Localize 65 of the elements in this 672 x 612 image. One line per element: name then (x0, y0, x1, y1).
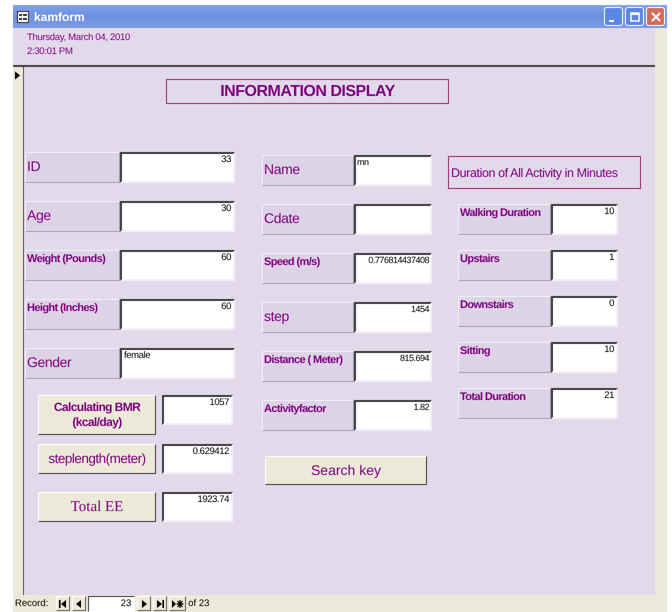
field-label: Weight (Pounds) (25, 250, 120, 281)
time-text: 2:30:01 PM (27, 45, 74, 59)
minimize-icon (609, 20, 614, 22)
text-field[interactable]: 815.694 (354, 351, 432, 382)
field-label: Upstairs (458, 250, 551, 281)
text-field[interactable]: 1057 (162, 395, 233, 425)
text-field[interactable]: mn (354, 155, 432, 186)
current-record-icon (15, 71, 20, 80)
maximize-icon (630, 12, 640, 22)
record-label: Record: (15, 598, 48, 609)
form-icon (17, 10, 29, 22)
maximize-button[interactable] (625, 7, 644, 26)
field-label: Age (25, 201, 120, 232)
previous-record-button[interactable] (72, 596, 86, 611)
field-label: ID (25, 152, 120, 183)
window-title: kamform (34, 10, 86, 24)
text-field[interactable]: 10 (551, 342, 618, 373)
new-record-button[interactable] (169, 596, 186, 611)
text-field[interactable]: 60 (120, 250, 235, 281)
form-heading: INFORMATION DISPLAY (166, 79, 449, 104)
last-icon (156, 600, 164, 608)
first-icon (59, 600, 68, 608)
field-label: Walking Duration (458, 204, 551, 235)
text-field[interactable]: 1454 (354, 302, 432, 333)
search-button[interactable]: Search key (265, 456, 427, 485)
field-label: Name (262, 155, 354, 186)
field-label: Sitting (458, 342, 551, 373)
command-button[interactable]: Total EE (38, 492, 156, 522)
field-label: Activityfactor (262, 400, 354, 431)
text-field[interactable]: 0.776814437408 (354, 253, 432, 284)
text-field[interactable]: 1923.74 (162, 492, 233, 522)
command-button[interactable]: steplength(meter) (38, 444, 156, 474)
text-field[interactable]: 60 (120, 299, 235, 330)
next-record-button[interactable] (137, 596, 152, 611)
field-label: Gender (25, 348, 120, 379)
last-record-button[interactable] (153, 596, 168, 611)
close-icon (650, 12, 660, 22)
minimize-button[interactable] (604, 7, 623, 26)
text-field[interactable]: 10 (551, 204, 618, 235)
next-icon (140, 600, 148, 608)
date-text: Thursday, March 04, 2010 (27, 31, 131, 45)
field-label: Height (Inches) (25, 299, 120, 330)
text-field[interactable] (354, 204, 432, 235)
text-field[interactable]: female (120, 348, 235, 379)
text-field[interactable]: 0.629412 (162, 444, 233, 474)
first-record-button[interactable] (56, 596, 70, 611)
new-record-icon (172, 600, 184, 608)
section-caption: Duration of All Activity in Minutes (448, 156, 641, 189)
text-field[interactable]: 33 (120, 152, 235, 183)
close-button[interactable] (646, 7, 665, 26)
field-label: Total Duration (458, 388, 551, 419)
text-field[interactable]: 1 (551, 250, 618, 281)
field-label: Distance ( Meter) (262, 351, 354, 382)
text-field[interactable]: 30 (120, 201, 235, 232)
record-count: of 23 (188, 598, 210, 609)
text-field[interactable]: 0 (551, 296, 618, 327)
field-label: Cdate (262, 204, 354, 235)
previous-icon (75, 600, 84, 608)
text-field[interactable]: 1.82 (354, 400, 432, 431)
command-button[interactable]: Calculating BMR (kcal/day) (38, 395, 156, 435)
record-number-field[interactable]: 23 (88, 596, 136, 612)
text-field[interactable]: 21 (551, 388, 618, 419)
field-label: Downstairs (458, 296, 551, 327)
field-label: Speed (m/s) (262, 253, 354, 284)
field-label: step (262, 302, 354, 333)
